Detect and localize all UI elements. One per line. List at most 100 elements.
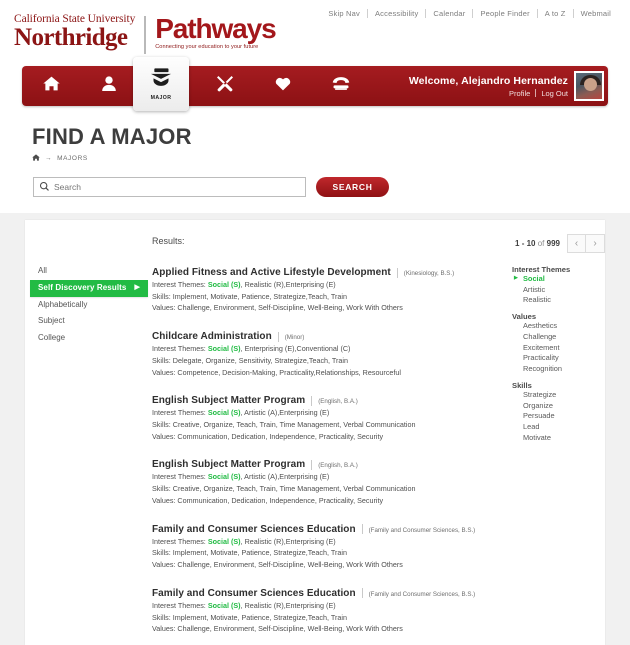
result-item[interactable]: English Subject Matter Program (English,… bbox=[152, 459, 492, 507]
nav-item-contact[interactable] bbox=[312, 66, 370, 106]
user-links: Profile Log Out bbox=[409, 89, 568, 98]
facet-item-practicality[interactable]: Practicality bbox=[512, 353, 622, 364]
breadcrumb: → MAJORS bbox=[32, 154, 192, 163]
result-header: Family and Consumer Sciences Education (… bbox=[152, 588, 492, 599]
welcome-message: Welcome, Alejandro Hernandez bbox=[408, 74, 568, 87]
facet-item-social[interactable]: Social bbox=[512, 274, 622, 285]
nav-item-home[interactable] bbox=[22, 66, 80, 106]
home-icon[interactable] bbox=[32, 154, 40, 163]
search-button[interactable]: SEARCH bbox=[316, 177, 389, 197]
facet-item-lead[interactable]: Lead bbox=[512, 422, 622, 433]
divider bbox=[311, 459, 313, 470]
phone-icon bbox=[332, 77, 350, 95]
result-item[interactable]: Family and Consumer Sciences Education (… bbox=[152, 588, 492, 636]
csun-line2: Northridge bbox=[14, 23, 128, 51]
facet-item-motivate[interactable]: Motivate bbox=[512, 433, 622, 444]
result-subtitle: (Family and Consumer Sciences, B.S.) bbox=[368, 526, 476, 534]
facet-item-recognition[interactable]: Recognition bbox=[512, 364, 622, 375]
filter-item-all[interactable]: All bbox=[30, 263, 148, 280]
result-title[interactable]: Family and Consumer Sciences Education bbox=[152, 588, 356, 599]
divider bbox=[277, 331, 279, 342]
facet-item-excitement[interactable]: Excitement bbox=[512, 343, 622, 354]
filter-item-college[interactable]: College bbox=[30, 330, 148, 347]
utility-link-webmail[interactable]: Webmail bbox=[574, 9, 618, 18]
search-input[interactable] bbox=[54, 182, 299, 192]
filter-item-self-discovery-results[interactable]: Self Discovery Results ▶ bbox=[30, 279, 148, 297]
pagination-range: 1 - 10 bbox=[515, 239, 536, 248]
logo-divider bbox=[144, 16, 147, 54]
result-skills: Skills: Creative, Organize, Teach, Train… bbox=[152, 484, 416, 494]
facet-group-heading: Values bbox=[512, 312, 537, 322]
result-subtitle: (English, B.A.) bbox=[318, 462, 358, 470]
profile-link[interactable]: Profile bbox=[509, 89, 530, 98]
result-theme-highlight: Social (S) bbox=[207, 600, 241, 610]
utility-link-accessibility[interactable]: Accessibility bbox=[368, 9, 425, 18]
chevron-left-icon[interactable]: ‹ bbox=[567, 234, 586, 253]
result-title[interactable]: Childcare Administration bbox=[152, 331, 272, 342]
divider bbox=[361, 588, 363, 599]
search-row: SEARCH bbox=[33, 177, 389, 197]
result-themes: Interest Themes: Social (S), Realistic (… bbox=[152, 601, 492, 611]
facet-item-realistic[interactable]: Realistic bbox=[512, 295, 622, 306]
person-icon bbox=[102, 76, 116, 96]
result-subtitle: (Family and Consumer Sciences, B.S.) bbox=[368, 590, 476, 598]
result-item[interactable]: English Subject Matter Program (English,… bbox=[152, 395, 492, 443]
graduation-cap-icon bbox=[150, 67, 172, 93]
nav-item-major[interactable]: MAJOR bbox=[133, 57, 189, 111]
divider bbox=[396, 267, 398, 278]
result-themes-label: Interest Themes: bbox=[152, 280, 206, 289]
result-title[interactable]: English Subject Matter Program bbox=[152, 395, 305, 406]
facet-item-organize[interactable]: Organize bbox=[512, 401, 622, 412]
result-values: Values: Challenge, Environment, Self-Dis… bbox=[152, 303, 403, 313]
facet-item-aesthetics[interactable]: Aesthetics bbox=[512, 321, 622, 332]
result-item[interactable]: Family and Consumer Sciences Education (… bbox=[152, 524, 492, 572]
filter-item-alphabetically[interactable]: Alphabetically bbox=[30, 297, 148, 314]
nav-item-favorites[interactable] bbox=[254, 66, 312, 106]
result-themes-rest: , Realistic (R),Enterprising (E) bbox=[240, 600, 336, 610]
result-title[interactable]: Applied Fitness and Active Lifestyle Dev… bbox=[152, 267, 391, 278]
result-title[interactable]: Family and Consumer Sciences Education bbox=[152, 524, 356, 535]
result-themes-rest: , Artistic (A),Enterprising (E) bbox=[240, 472, 330, 482]
result-theme-highlight: Social (S) bbox=[207, 280, 241, 289]
nav-item-tools[interactable] bbox=[196, 66, 254, 106]
facet-rail: Interest Themes Social Artistic Realisti… bbox=[512, 265, 622, 444]
page-heading-block: FIND A MAJOR → MAJORS bbox=[32, 124, 192, 163]
facet-group-heading: Skills bbox=[512, 380, 532, 390]
utility-link-a-to-z[interactable]: A to Z bbox=[538, 9, 573, 18]
result-skills: Skills: Implement, Motivate, Patience, S… bbox=[152, 291, 347, 301]
result-subtitle: (Kinesiology, B.S.) bbox=[403, 270, 455, 277]
facet-group-heading: Interest Themes bbox=[512, 265, 571, 274]
pagination-of: of bbox=[537, 239, 545, 248]
filter-item-subject[interactable]: Subject bbox=[30, 313, 148, 330]
facet-item-artistic[interactable]: Artistic bbox=[512, 285, 622, 296]
result-skills: Skills: Delegate, Organize, Sensitivity,… bbox=[152, 355, 349, 365]
result-values: Values: Competence, Decision-Making, Pra… bbox=[152, 367, 402, 377]
search-box[interactable] bbox=[33, 177, 306, 197]
utility-link-people-finder[interactable]: People Finder bbox=[473, 9, 536, 18]
divider bbox=[361, 524, 363, 535]
result-values: Values: Challenge, Environment, Self-Dis… bbox=[152, 624, 403, 634]
site-logo[interactable]: California State University Northridge P… bbox=[14, 13, 277, 54]
result-header: Applied Fitness and Active Lifestyle Dev… bbox=[152, 267, 492, 278]
pagination-summary: 1 - 10 of 999 bbox=[515, 239, 560, 248]
avatar[interactable] bbox=[574, 71, 604, 101]
utility-link-calendar[interactable]: Calendar bbox=[426, 9, 472, 18]
facet-item-strategize[interactable]: Strategize bbox=[512, 390, 622, 401]
result-themes: Interest Themes: Social (S), Artistic (A… bbox=[152, 408, 492, 418]
result-header: English Subject Matter Program (English,… bbox=[152, 395, 492, 406]
result-item[interactable]: Childcare Administration (Minor) Interes… bbox=[152, 331, 492, 379]
chevron-right-icon[interactable]: › bbox=[586, 234, 605, 253]
logout-link[interactable]: Log Out bbox=[541, 89, 568, 98]
result-title[interactable]: English Subject Matter Program bbox=[152, 459, 305, 470]
result-themes-rest: , Realistic (R),Enterprising (E) bbox=[240, 280, 336, 289]
utility-link-skip-nav[interactable]: Skip Nav bbox=[321, 9, 367, 18]
result-header: Childcare Administration (Minor) bbox=[152, 331, 492, 342]
facet-item-challenge[interactable]: Challenge bbox=[512, 332, 622, 343]
pagination-buttons: ‹ › bbox=[567, 234, 605, 253]
result-themes-label: Interest Themes: bbox=[152, 600, 206, 610]
result-values: Values: Communication, Dedication, Indep… bbox=[152, 431, 384, 441]
result-item[interactable]: Applied Fitness and Active Lifestyle Dev… bbox=[152, 267, 492, 315]
facet-item-persuade[interactable]: Persuade bbox=[512, 411, 622, 422]
nav-item-profile[interactable] bbox=[80, 66, 138, 106]
result-theme-highlight: Social (S) bbox=[207, 408, 241, 418]
